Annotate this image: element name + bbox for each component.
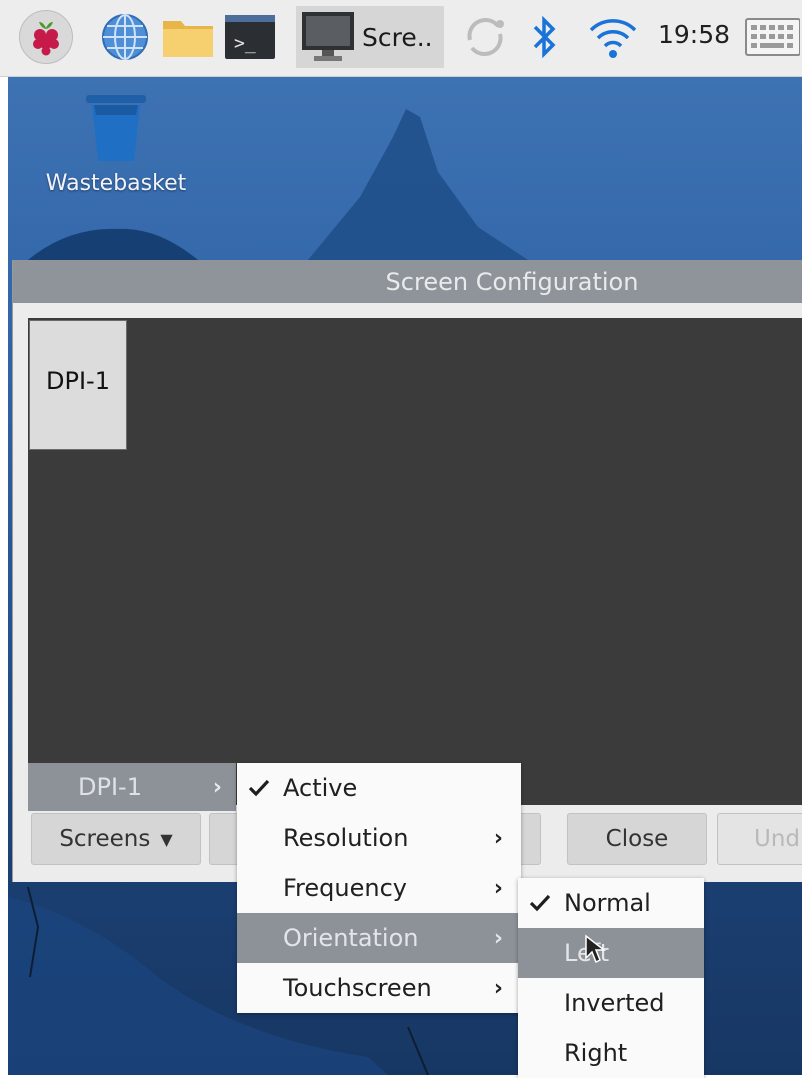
window-title: Screen Configuration bbox=[385, 267, 639, 296]
menu-item-dpi-1[interactable]: DPI-1 › bbox=[28, 763, 236, 811]
wastebasket-label: Wastebasket bbox=[45, 171, 187, 196]
top-panel: >_ Scre.. 19:58 bbox=[0, 0, 802, 77]
menu-item-touchscreen[interactable]: Touchscreen › bbox=[237, 963, 521, 1013]
menu-item-label: DPI-1 bbox=[78, 773, 142, 801]
display-icon bbox=[302, 12, 354, 61]
chevron-right-icon: › bbox=[212, 774, 222, 800]
raspberry-pi-menu-button[interactable] bbox=[16, 6, 76, 68]
clock[interactable]: 19:58 bbox=[658, 20, 730, 49]
updater-button[interactable] bbox=[450, 6, 520, 68]
close-button-label: Close bbox=[605, 826, 669, 852]
terminal-icon: >_ bbox=[225, 15, 275, 59]
chevron-right-icon: › bbox=[493, 975, 503, 1001]
screen-layout-canvas[interactable]: DPI-1 bbox=[28, 318, 802, 805]
close-button[interactable]: Close bbox=[567, 813, 707, 865]
bluetooth-icon bbox=[533, 15, 556, 59]
wastebasket-icon bbox=[86, 95, 146, 161]
menu-item-inverted[interactable]: Inverted bbox=[518, 978, 704, 1028]
menu-item-active[interactable]: Active bbox=[237, 763, 521, 813]
chevron-right-icon: › bbox=[493, 825, 503, 851]
updater-icon bbox=[467, 18, 504, 56]
menu-item-resolution[interactable]: Resolution › bbox=[237, 813, 521, 863]
screens-menu-button[interactable]: Screens ▼ bbox=[31, 813, 201, 865]
menu-item-label: Normal bbox=[564, 889, 651, 917]
chevron-right-icon: › bbox=[493, 875, 503, 901]
menu-item-frequency[interactable]: Frequency › bbox=[237, 863, 521, 913]
svg-text:>_: >_ bbox=[234, 33, 256, 54]
monitor-label: DPI-1 bbox=[46, 367, 110, 395]
menu-item-label: Inverted bbox=[564, 989, 665, 1017]
screens-button-label: Screens bbox=[59, 826, 151, 852]
bluetooth-button[interactable] bbox=[520, 6, 568, 68]
terminal-button[interactable]: >_ bbox=[220, 6, 280, 68]
menu-item-label: Touchscreen bbox=[283, 974, 432, 1002]
chevron-right-icon: › bbox=[493, 925, 503, 951]
wastebasket-desktop-icon[interactable]: Wastebasket bbox=[36, 93, 196, 196]
orientation-submenu: Normal Left Inverted Right bbox=[518, 878, 704, 1078]
monitor-dpi-1[interactable]: DPI-1 bbox=[29, 320, 127, 450]
mouse-pointer-icon bbox=[585, 934, 606, 964]
menu-item-label: Active bbox=[283, 774, 358, 802]
undo-button-label: Und bbox=[754, 826, 801, 852]
file-manager-icon bbox=[163, 21, 213, 57]
raspberry-pi-menu-icon bbox=[19, 10, 73, 64]
caret-down-icon: ▼ bbox=[160, 829, 173, 849]
screens-dropdown-menu: DPI-1 › bbox=[28, 763, 236, 811]
taskbar-task-label: Scre.. bbox=[362, 22, 433, 52]
dpi-1-submenu: Active Resolution › Frequency › Orientat… bbox=[237, 763, 521, 1013]
web-browser-icon bbox=[102, 14, 148, 60]
menu-item-label: Resolution bbox=[283, 824, 409, 852]
file-manager-button[interactable] bbox=[160, 6, 216, 68]
taskbar-screen-config-task[interactable]: Scre.. bbox=[296, 6, 444, 68]
virtual-keyboard-button[interactable] bbox=[744, 6, 802, 68]
undo-button[interactable]: Und bbox=[717, 813, 802, 865]
checkmark-icon bbox=[529, 894, 551, 912]
wifi-icon bbox=[589, 19, 637, 58]
menu-item-normal[interactable]: Normal bbox=[518, 878, 704, 928]
web-browser-button[interactable] bbox=[96, 6, 154, 68]
menu-item-label: Right bbox=[564, 1039, 628, 1067]
window-title-bar[interactable]: Screen Configuration bbox=[13, 260, 802, 303]
menu-item-label: Frequency bbox=[283, 874, 407, 902]
checkmark-icon bbox=[248, 779, 270, 797]
menu-item-left[interactable]: Left bbox=[518, 928, 704, 978]
menu-item-label: Orientation bbox=[283, 924, 419, 952]
wifi-button[interactable] bbox=[580, 6, 646, 68]
menu-item-orientation[interactable]: Orientation › bbox=[237, 913, 521, 963]
menu-item-right[interactable]: Right bbox=[518, 1028, 704, 1078]
keyboard-icon bbox=[745, 18, 800, 56]
